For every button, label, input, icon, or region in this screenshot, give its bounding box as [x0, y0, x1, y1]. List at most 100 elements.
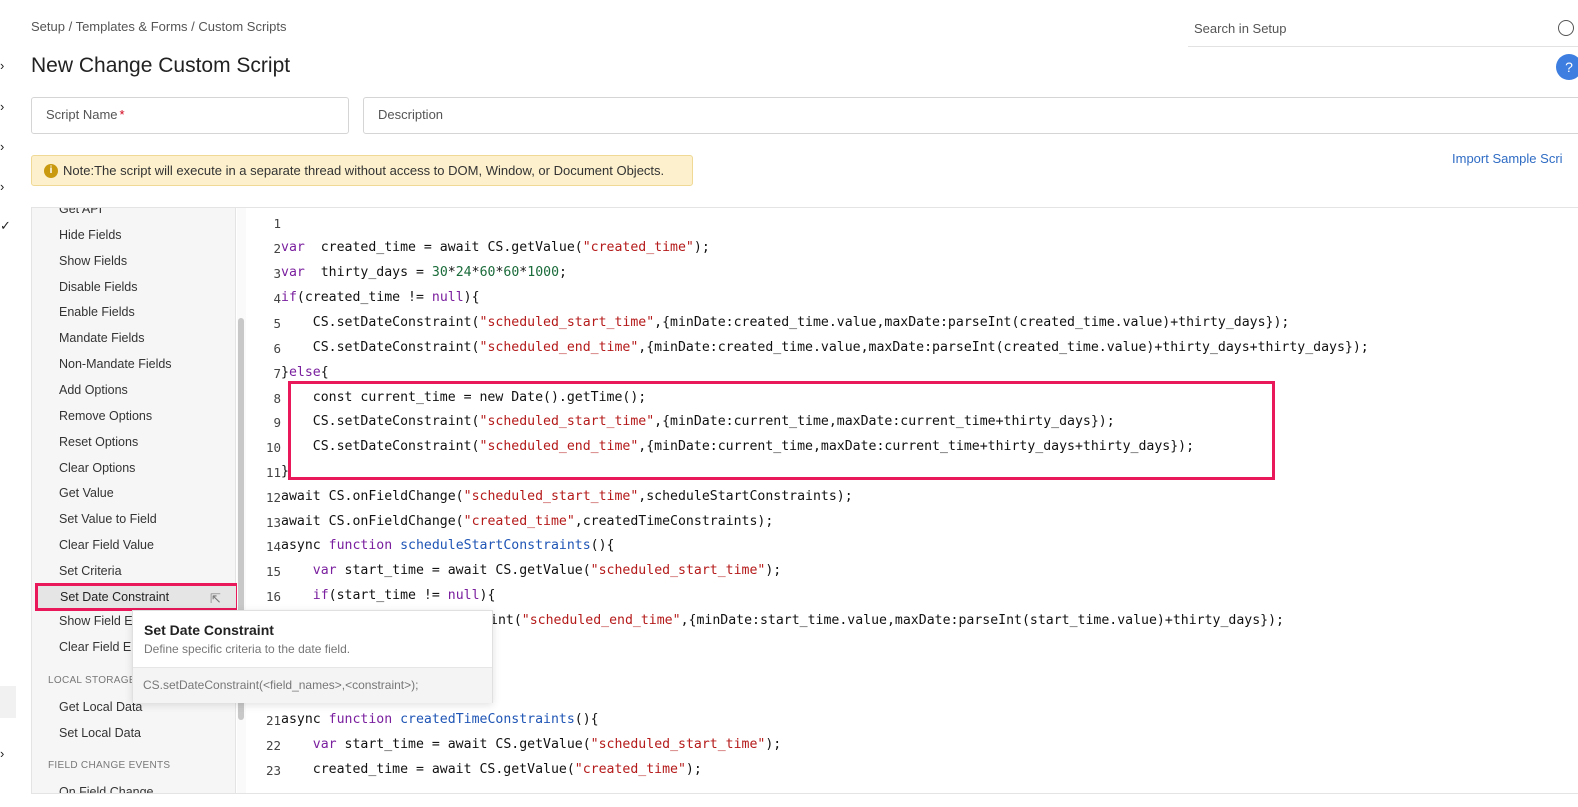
tooltip-title: Set Date Constraint	[144, 622, 274, 638]
sidebar-item[interactable]: Clear Field Er	[59, 640, 135, 654]
sidebar-item[interactable]: Reset Options	[59, 435, 138, 449]
code-token-str: "scheduled_start_time"	[479, 315, 655, 330]
sidebar-item[interactable]: Get Local Data	[59, 700, 142, 714]
code-token: start_time = await CS.getValue(	[336, 563, 591, 578]
code-token-str: "scheduled_start_time"	[463, 489, 639, 504]
code-line[interactable]: await CS.onFieldChange("created_time",cr…	[281, 514, 773, 529]
script-editor-panel: Get API Hide Fields Show Fields Disable Fie…	[31, 207, 1578, 794]
code-line[interactable]: }else{	[281, 365, 329, 380]
description-field[interactable]: Description	[363, 97, 1578, 134]
sidebar-item[interactable]: Clear Options	[59, 461, 135, 475]
code-token-str: "scheduled_end_time"	[479, 340, 639, 355]
sidebar-item[interactable]: Clear Field Value	[59, 538, 154, 552]
snippet-tooltip: Set Date Constraint Define specific crit…	[132, 610, 493, 703]
code-token: ,{minDate:start_time.value,maxDate:parse…	[680, 613, 1284, 628]
sidebar-item[interactable]: Set Value to Field	[59, 512, 157, 526]
line-number: 16	[265, 589, 281, 604]
sidebar-item[interactable]: Disable Fields	[59, 280, 138, 294]
code-editor[interactable]: 1 2 3 4 5 6 7 8 9 10 11 12 13 14 15 16 21 22 23 var create…	[246, 208, 1578, 793]
sidebar-item[interactable]: Enable Fields	[59, 305, 135, 319]
insert-snippet-icon[interactable]: ⇱	[210, 591, 221, 607]
sidebar-item[interactable]: On Field Change	[59, 785, 154, 793]
code-token-kw: null	[447, 588, 480, 603]
rail-chevron-icon[interactable]: ›	[0, 746, 4, 761]
code-line[interactable]: CS.setDateConstraint("scheduled_start_ti…	[281, 315, 1290, 330]
code-line[interactable]: var created_time = await CS.getValue("cr…	[281, 240, 710, 255]
code-token: (created_time !=	[296, 290, 432, 305]
code-token: ;	[559, 265, 567, 280]
code-line[interactable]: async function createdTimeConstraints(){	[281, 712, 599, 727]
code-token: ){	[479, 588, 496, 603]
code-token-kw: if	[312, 588, 329, 603]
line-number: 6	[273, 341, 281, 356]
code-line[interactable]: await CS.onFieldChange("scheduled_start_…	[281, 489, 853, 504]
sidebar-item[interactable]: Remove Options	[59, 409, 152, 423]
line-number: 22	[265, 738, 281, 753]
tooltip-syntax-box: CS.setDateConstraint(<field_names>,<cons…	[133, 667, 492, 703]
help-icon[interactable]: ?	[1556, 54, 1578, 80]
code-token: );	[685, 762, 702, 777]
sidebar-item[interactable]: Add Options	[59, 383, 128, 397]
line-number: 23	[265, 763, 281, 778]
code-token-fn: createdTimeConstraints	[392, 712, 575, 727]
code-line[interactable]: var start_time = await CS.getValue("sche…	[281, 563, 781, 578]
script-name-field[interactable]: Script Name *	[31, 97, 349, 134]
code-token-num: 24	[455, 265, 472, 280]
code-line[interactable]: var thirty_days = 30*24*60*60*1000;	[281, 265, 567, 280]
code-line[interactable]: var start_time = await CS.getValue("sche…	[281, 737, 781, 752]
code-token: ,createdTimeConstraints);	[574, 514, 774, 529]
code-token: CS.setDateConstraint(	[281, 340, 480, 355]
line-number-gutter: 1 2 3 4 5 6 7 8 9 10 11 12 13 14 15 16 21 22 23	[246, 208, 281, 793]
sidebar-item[interactable]: Get Value	[59, 486, 114, 500]
code-line[interactable]: if(start_time != null){	[281, 588, 496, 603]
code-token: CS.setDateConstraint(	[281, 315, 480, 330]
code-token: created_time = await CS.getValue(	[304, 240, 583, 255]
sidebar-item[interactable]: Set Local Data	[59, 726, 141, 740]
code-line[interactable]: async function scheduleStartConstraints(…	[281, 538, 615, 553]
search-icon[interactable]	[1558, 20, 1574, 36]
code-token: (start_time !=	[328, 588, 448, 603]
line-number: 7	[273, 366, 281, 381]
code-token-kw: var	[281, 240, 305, 255]
line-number: 13	[265, 515, 281, 530]
sidebar-item[interactable]: Hide Fields	[59, 228, 122, 242]
code-token: );	[765, 737, 782, 752]
line-number: 12	[265, 490, 281, 505]
sidebar-item[interactable]: Set Criteria	[59, 564, 122, 578]
code-line[interactable]: CS.setDateConstraint("scheduled_end_time…	[281, 340, 1369, 355]
sidebar-item[interactable]: Show Field Er	[59, 614, 137, 628]
rail-chevron-icon[interactable]: ›	[0, 139, 4, 154]
page-title: New Change Custom Script	[31, 54, 291, 77]
code-line[interactable]: if(created_time != null){	[281, 290, 480, 305]
sidebar-item[interactable]: Mandate Fields	[59, 331, 144, 345]
sidebar-item[interactable]: Show Fields	[59, 254, 127, 268]
code-token-str: "created_time"	[463, 514, 575, 529]
code-token: created_time = await CS.getValue(	[281, 762, 575, 777]
code-token-kw: function	[328, 712, 393, 727]
code-token: {	[320, 365, 329, 380]
sidebar-item[interactable]: Non-Mandate Fields	[59, 357, 172, 371]
search-input[interactable]: Search in Setup	[1188, 14, 1578, 47]
line-number: 15	[265, 564, 281, 579]
code-token: ,{minDate:created_time.value,maxDate:par…	[638, 340, 1369, 355]
code-token: (){	[574, 712, 599, 727]
line-number: 9	[273, 415, 281, 430]
code-token-fn: scheduleStartConstraints	[392, 538, 591, 553]
line-number: 11	[265, 465, 281, 480]
line-number: 4	[273, 291, 281, 306]
line-number: 21	[265, 713, 281, 728]
code-token: (){	[590, 538, 615, 553]
rail-chevron-icon[interactable]: ›	[0, 58, 4, 73]
import-sample-script-link[interactable]: Import Sample Scri	[1452, 151, 1563, 166]
code-token: async	[281, 712, 329, 727]
rail-chevron-icon[interactable]: ›	[0, 179, 4, 194]
breadcrumb[interactable]: Setup / Templates & Forms / Custom Scrip…	[31, 19, 287, 34]
code-line[interactable]: int("scheduled_end_time",{minDate:start_…	[490, 613, 1284, 628]
code-line[interactable]: created_time = await CS.getValue("create…	[281, 762, 702, 777]
note-banner: i Note:The script will execute in a sepa…	[31, 155, 693, 186]
sidebar-item-set-date-constraint[interactable]: Set Date Constraint ⇱	[35, 583, 239, 611]
rail-chevron-icon[interactable]: ›	[0, 99, 4, 114]
sidebar-item[interactable]: Get API	[59, 208, 102, 216]
line-number: 5	[273, 316, 281, 331]
